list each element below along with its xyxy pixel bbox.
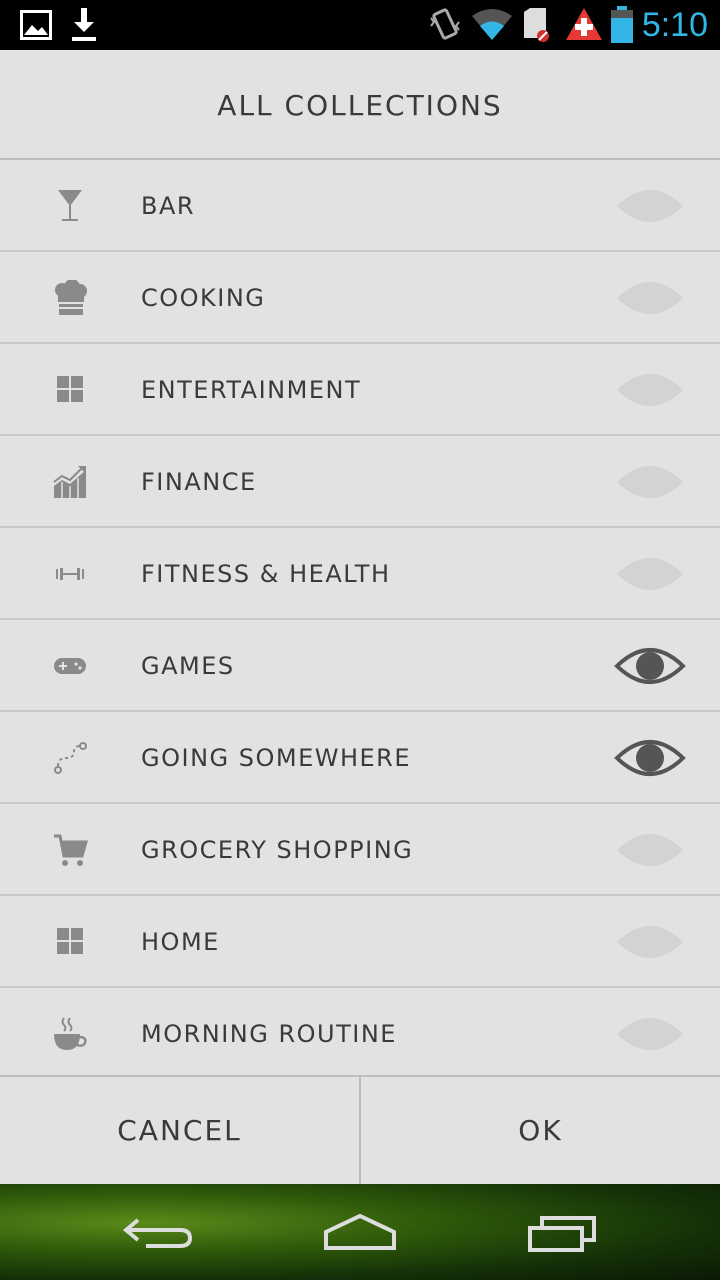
eye-icon-hidden[interactable] bbox=[614, 920, 686, 964]
route-icon bbox=[54, 742, 87, 774]
list-item-label: HOME bbox=[141, 928, 220, 956]
dialog-buttons: CANCEL OK bbox=[0, 1075, 720, 1184]
download-icon bbox=[72, 8, 96, 41]
back-icon[interactable] bbox=[122, 1212, 196, 1252]
eye-icon-hidden[interactable] bbox=[614, 184, 686, 228]
list-item-label: FINANCE bbox=[141, 468, 257, 496]
image-icon bbox=[20, 10, 52, 40]
list-item-label: GOING SOMEWHERE bbox=[141, 744, 412, 772]
list-item[interactable]: ENTERTAINMENT bbox=[0, 344, 720, 436]
cart-icon bbox=[54, 834, 88, 866]
list-item-label: ENTERTAINMENT bbox=[141, 376, 362, 404]
eye-icon-visible[interactable] bbox=[614, 644, 686, 688]
list-item[interactable]: GOING SOMEWHERE bbox=[0, 712, 720, 804]
dialog-title: ALL COLLECTIONS bbox=[0, 50, 720, 160]
dumbbell-icon bbox=[56, 568, 84, 580]
alert-icon bbox=[566, 8, 602, 40]
list-item-label: GROCERY SHOPPING bbox=[141, 836, 414, 864]
list-item[interactable]: HOME bbox=[0, 896, 720, 988]
recent-apps-icon[interactable] bbox=[526, 1214, 600, 1254]
eye-icon-visible[interactable] bbox=[614, 736, 686, 780]
vibrate-icon bbox=[430, 8, 460, 40]
coffee-cup-icon bbox=[54, 1017, 87, 1050]
list-item[interactable]: FITNESS & HEALTH bbox=[0, 528, 720, 620]
eye-icon-hidden[interactable] bbox=[614, 368, 686, 412]
navigation-bar bbox=[0, 1184, 720, 1280]
list-item[interactable]: GROCERY SHOPPING bbox=[0, 804, 720, 896]
gamepad-icon bbox=[54, 658, 86, 674]
list-item-label: GAMES bbox=[141, 652, 235, 680]
ok-button[interactable]: OK bbox=[361, 1077, 720, 1184]
chef-hat-icon bbox=[55, 280, 87, 315]
chart-growth-icon bbox=[53, 466, 86, 498]
sd-card-icon bbox=[524, 8, 549, 42]
eye-icon-hidden[interactable] bbox=[614, 1012, 686, 1056]
eye-icon-hidden[interactable] bbox=[614, 460, 686, 504]
cancel-button[interactable]: CANCEL bbox=[0, 1077, 361, 1184]
list-item-label: COOKING bbox=[141, 284, 266, 312]
eye-icon-hidden[interactable] bbox=[614, 828, 686, 872]
list-item-label: MORNING ROUTINE bbox=[141, 1020, 397, 1048]
eye-icon-hidden[interactable] bbox=[614, 552, 686, 596]
list-item-label: BAR bbox=[141, 192, 196, 220]
battery-icon bbox=[611, 6, 633, 43]
collections-dialog: ALL COLLECTIONS BAR COOKING ENTERTAINMEN… bbox=[0, 50, 720, 1184]
status-bar: 5:10 bbox=[0, 0, 720, 50]
status-time: 5:10 bbox=[641, 6, 708, 44]
list-item[interactable]: MORNING ROUTINE bbox=[0, 988, 720, 1075]
grid-icon bbox=[57, 928, 83, 954]
collections-list[interactable]: BAR COOKING ENTERTAINMENT FINANCE FITNES… bbox=[0, 160, 720, 1075]
list-item-label: FITNESS & HEALTH bbox=[141, 560, 391, 588]
eye-icon-hidden[interactable] bbox=[614, 276, 686, 320]
list-item[interactable]: COOKING bbox=[0, 252, 720, 344]
cocktail-glass-icon bbox=[58, 190, 82, 221]
list-item[interactable]: BAR bbox=[0, 160, 720, 252]
wifi-icon bbox=[472, 9, 512, 40]
list-item[interactable]: FINANCE bbox=[0, 436, 720, 528]
list-item[interactable]: GAMES bbox=[0, 620, 720, 712]
home-icon[interactable] bbox=[322, 1212, 398, 1254]
grid-icon bbox=[57, 376, 83, 402]
